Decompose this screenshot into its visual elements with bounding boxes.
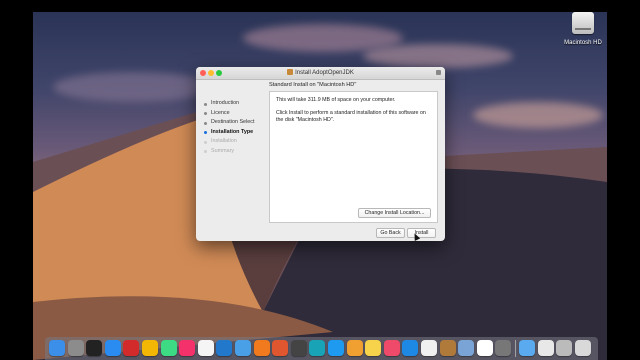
android-studio-icon[interactable]: [160, 340, 177, 356]
title-bar[interactable]: Install AdoptOpenJDK: [196, 67, 445, 80]
pages-icon[interactable]: [346, 340, 363, 356]
music-icon[interactable]: [383, 340, 400, 356]
davinci-icon[interactable]: [290, 340, 307, 356]
step-dot: [204, 102, 207, 106]
step-dot: [204, 140, 207, 144]
stack-icon[interactable]: [556, 340, 573, 356]
step-dot: [204, 150, 207, 153]
downloads-folder-icon[interactable]: [519, 340, 535, 356]
step-label: Installation: [211, 138, 237, 144]
intellij-icon[interactable]: [179, 340, 196, 356]
opera-icon[interactable]: [123, 340, 140, 356]
installer-window: Install AdoptOpenJDK Standard Install on…: [196, 67, 445, 241]
trash-icon[interactable]: [574, 340, 591, 356]
window-title-wrap: Install AdoptOpenJDK: [196, 69, 445, 76]
space-required-text: This will take 311.9 MB of space on your…: [276, 97, 396, 103]
app-store-icon[interactable]: [402, 340, 419, 356]
notes-icon[interactable]: [365, 340, 382, 356]
keynote-icon[interactable]: [197, 340, 214, 356]
dock: [45, 337, 598, 360]
finder-icon[interactable]: [49, 340, 65, 356]
firefox-icon[interactable]: [253, 340, 270, 356]
preview-icon[interactable]: [458, 340, 475, 356]
macintosh-hd-icon[interactable]: [572, 12, 594, 34]
system-preferences-icon[interactable]: [495, 340, 512, 356]
documents-folder-icon[interactable]: [537, 340, 554, 356]
step-label: Introduction: [211, 100, 240, 106]
step-label: Summary: [211, 147, 235, 154]
panel-title: Standard Install on "Macintosh HD": [269, 82, 357, 88]
content-pane: This will take 311.9 MB of space on your…: [269, 91, 438, 223]
step-installation-type: Installation Type: [204, 128, 264, 138]
steps-sidebar: Introduction Licence Destination Select …: [204, 99, 264, 156]
step-dot: [204, 131, 207, 134]
terminal-icon[interactable]: [86, 340, 103, 356]
step-dot: [204, 121, 207, 125]
step-summary: Summary: [204, 147, 264, 157]
step-installation: Installation: [204, 137, 264, 147]
step-label: Destination Select: [211, 119, 255, 125]
photos-icon[interactable]: [476, 340, 493, 356]
step-destination-select: Destination Select: [204, 118, 264, 128]
step-introduction: Introduction: [204, 99, 264, 109]
install-instructions-text: Click Install to perform a standard inst…: [276, 110, 426, 123]
vscode-icon[interactable]: [216, 340, 233, 356]
chrome-icon[interactable]: [142, 340, 158, 356]
step-licence: Licence: [204, 109, 264, 119]
installer-icon[interactable]: [439, 340, 456, 356]
lock-icon: [436, 70, 441, 75]
teal-app-icon[interactable]: [309, 340, 326, 356]
step-label: Installation Type: [211, 128, 254, 135]
go-back-button[interactable]: Go Back: [376, 228, 405, 238]
window-title: Install AdoptOpenJDK: [295, 70, 354, 76]
calendar-icon[interactable]: [421, 340, 437, 356]
install-button[interactable]: Install: [407, 228, 436, 238]
macintosh-hd-label: Macintosh HD: [564, 40, 602, 46]
safari-icon[interactable]: [104, 340, 121, 356]
xcode-icon[interactable]: [328, 340, 344, 356]
change-install-location-button[interactable]: Change Install Location...: [358, 208, 431, 218]
source-app-icon[interactable]: [235, 340, 251, 356]
dock-separator: [515, 340, 516, 357]
chromatic-icon[interactable]: [272, 340, 289, 356]
step-dot: [204, 112, 207, 115]
package-icon: [287, 69, 294, 75]
launchpad-icon[interactable]: [67, 340, 84, 356]
step-label: Licence: [211, 109, 230, 116]
